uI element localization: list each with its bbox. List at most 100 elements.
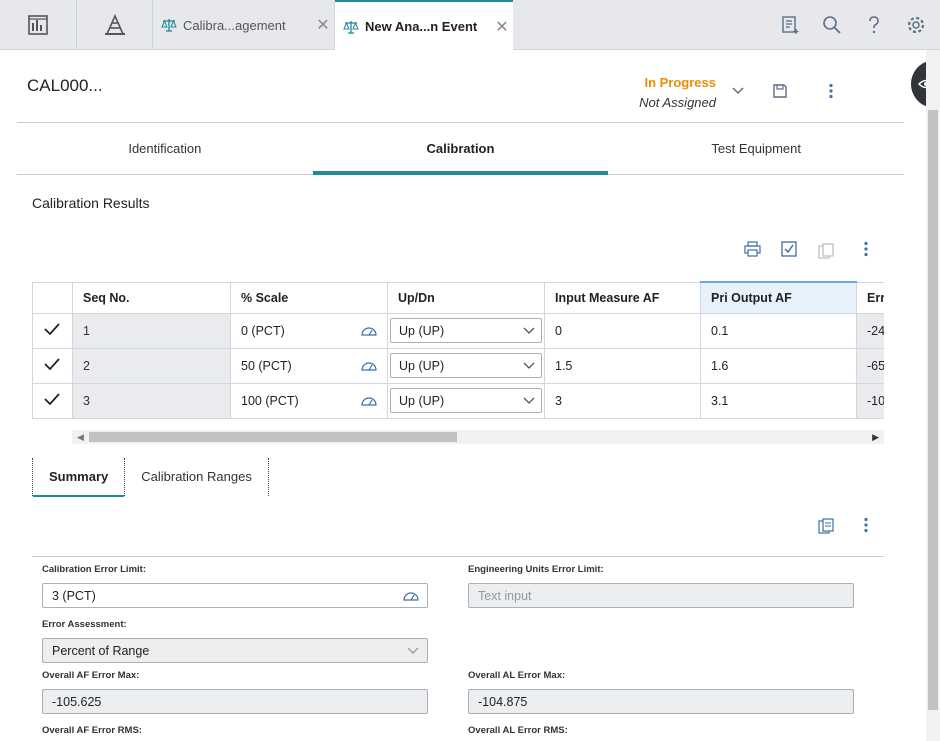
chevron-down-icon: [523, 397, 535, 404]
workflow-state[interactable]: In Progress Not Assigned: [636, 75, 716, 110]
scale-cell[interactable]: 100 (PCT): [230, 382, 388, 419]
tab-label: New Ana...n Event: [365, 19, 478, 34]
assignment-label: Not Assigned: [639, 95, 716, 110]
hierarchy-icon: [104, 14, 125, 35]
column-header[interactable]: Pri Output AF: [700, 281, 857, 314]
summary-more-options-icon[interactable]: [863, 517, 869, 533]
input-measure-cell[interactable]: 0: [544, 312, 701, 349]
input-measure-cell[interactable]: 1.5: [544, 347, 701, 384]
column-header[interactable]: Up/Dn: [387, 281, 545, 314]
chevron-down-icon: [407, 647, 419, 654]
select-checkbox-icon[interactable]: [781, 241, 797, 257]
al-error-rms-label: Overall AL Error RMS:: [468, 725, 568, 736]
scrollbar-thumb[interactable]: [89, 432, 457, 442]
home-dashboard-button[interactable]: [0, 0, 77, 50]
scale-cell[interactable]: 50 (PCT): [230, 347, 388, 384]
tab-label: Calibra...agement: [183, 17, 286, 33]
error-cell: -105: [856, 382, 884, 419]
tab-calibration[interactable]: Calibration: [312, 123, 609, 175]
tab-summary[interactable]: Summary: [32, 458, 126, 497]
sub-tabs: Summary Calibration Ranges: [32, 458, 269, 497]
select-column-header: [32, 281, 73, 314]
seq-cell: 3: [72, 382, 231, 419]
error-assessment-label: Error Assessment:: [42, 619, 127, 630]
calibration-results-grid: Seq No. % Scale Up/Dn Input Measure AF P…: [32, 281, 884, 419]
tab-test-equipment[interactable]: Test Equipment: [608, 123, 904, 174]
copy-icon[interactable]: [818, 518, 834, 534]
tab-calibration-management[interactable]: Calibra...agement ✕: [153, 0, 335, 50]
save-icon[interactable]: [772, 83, 788, 99]
grid-more-options-icon[interactable]: [863, 241, 869, 257]
chevron-down-icon: [523, 327, 535, 334]
chevron-down-icon[interactable]: [731, 86, 745, 96]
al-error-max-field[interactable]: -104.875: [468, 689, 854, 714]
tab-calibration-ranges[interactable]: Calibration Ranges: [124, 458, 269, 496]
updn-select[interactable]: Up (UP): [390, 318, 542, 343]
updn-value: Up (UP): [399, 323, 445, 338]
updn-cell[interactable]: Up (UP): [387, 382, 545, 419]
scrollbar-thumb[interactable]: [928, 110, 938, 710]
scroll-left-arrow-icon[interactable]: ◀: [77, 430, 84, 444]
help-icon[interactable]: [864, 15, 884, 35]
record-title: CAL000...: [27, 76, 103, 95]
error-cell: -24.: [856, 312, 884, 349]
cal-error-limit-label: Calibration Error Limit:: [42, 564, 146, 575]
error-cell: -65: [856, 347, 884, 384]
close-icon[interactable]: ✕: [491, 17, 513, 37]
scale-value: 100 (PCT): [241, 393, 299, 408]
row-check-icon[interactable]: [32, 312, 73, 349]
column-header[interactable]: Seq No.: [72, 281, 231, 314]
updn-cell[interactable]: Up (UP): [387, 347, 545, 384]
gauge-icon[interactable]: [403, 591, 419, 601]
column-header[interactable]: Input Measure AF: [544, 281, 701, 314]
scale-icon: [343, 20, 359, 34]
summary-divider: [32, 556, 884, 557]
tab-new-analysis-event[interactable]: New Ana...n Event ✕: [335, 0, 513, 51]
scale-value: 0 (PCT): [241, 323, 285, 338]
input-measure-cell[interactable]: 3: [544, 382, 701, 419]
more-options-icon[interactable]: [828, 83, 834, 99]
pri-output-cell[interactable]: 3.1: [700, 382, 857, 419]
row-check-icon[interactable]: [32, 382, 73, 419]
section-tabs: Identification Calibration Test Equipmen…: [17, 123, 904, 175]
close-icon[interactable]: ✕: [312, 15, 334, 35]
print-icon[interactable]: [744, 241, 761, 257]
column-header[interactable]: Err: [856, 281, 884, 314]
queue-icon[interactable]: [780, 15, 800, 35]
gauge-icon[interactable]: [361, 361, 377, 371]
seq-cell: 2: [72, 347, 231, 384]
updn-cell[interactable]: Up (UP): [387, 312, 545, 349]
updn-select[interactable]: Up (UP): [390, 353, 542, 378]
seq-cell: 1: [72, 312, 231, 349]
settings-gear-icon[interactable]: [906, 15, 926, 35]
row-check-icon[interactable]: [32, 347, 73, 384]
tab-identification[interactable]: Identification: [17, 123, 313, 174]
table-row[interactable]: 3 100 (PCT) Up (UP) 3 3.1 -105: [32, 382, 884, 419]
pri-output-cell[interactable]: 0.1: [700, 312, 857, 349]
pri-output-cell[interactable]: 1.6: [700, 347, 857, 384]
table-row[interactable]: 2 50 (PCT) Up (UP) 1.5 1.6 -65: [32, 347, 884, 384]
grid-horizontal-scrollbar[interactable]: ◀ ▶: [72, 430, 884, 444]
column-header[interactable]: % Scale: [230, 281, 388, 314]
updn-value: Up (UP): [399, 358, 445, 373]
af-error-rms-label: Overall AF Error RMS:: [42, 725, 142, 736]
al-error-max-label: Overall AL Error Max:: [468, 670, 566, 681]
cal-error-limit-value: 3 (PCT): [52, 588, 96, 603]
af-error-max-field[interactable]: -105.625: [42, 689, 428, 714]
scale-cell[interactable]: 0 (PCT): [230, 312, 388, 349]
updn-select[interactable]: Up (UP): [390, 388, 542, 413]
table-row[interactable]: 1 0 (PCT) Up (UP) 0 0.1 -24.: [32, 312, 884, 349]
asset-hierarchy-button[interactable]: [77, 0, 153, 50]
copy-icon: [818, 243, 834, 259]
gauge-icon[interactable]: [361, 396, 377, 406]
cal-error-limit-field[interactable]: 3 (PCT): [42, 583, 428, 608]
error-assessment-select[interactable]: Percent of Range: [42, 638, 428, 663]
page-vertical-scrollbar[interactable]: [926, 50, 940, 741]
scale-value: 50 (PCT): [241, 358, 292, 373]
eu-error-limit-field[interactable]: Text input: [468, 583, 854, 608]
scroll-right-arrow-icon[interactable]: ▶: [872, 430, 879, 444]
search-icon[interactable]: [822, 15, 842, 35]
gauge-icon[interactable]: [361, 326, 377, 336]
top-toolbar: [780, 0, 926, 50]
top-tab-bar: Calibra...agement ✕ New Ana...n Event ✕: [0, 0, 940, 51]
